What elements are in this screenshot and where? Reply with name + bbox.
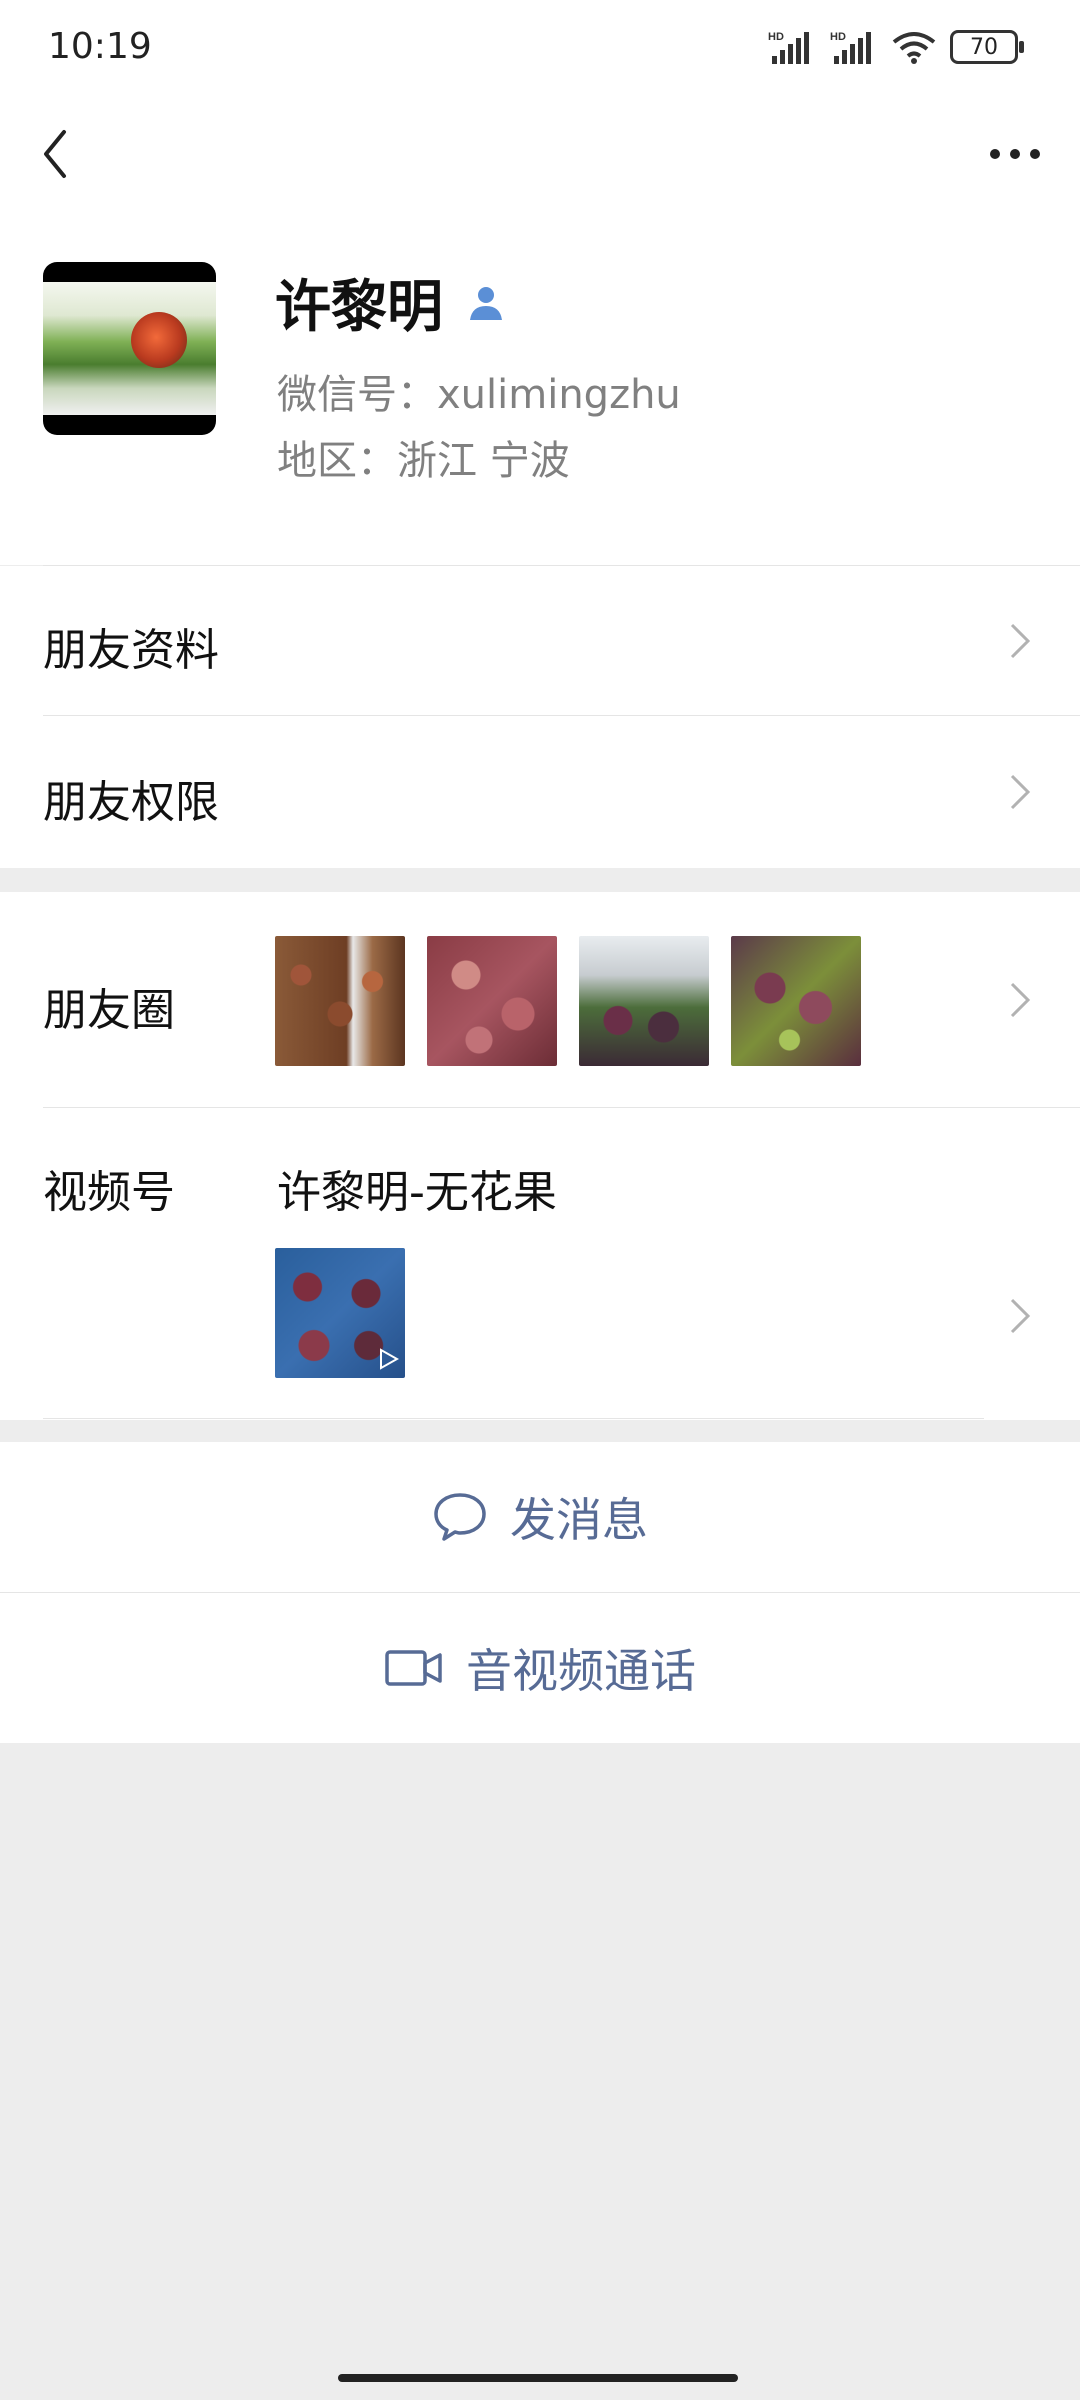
channels-label: 视频号 xyxy=(43,1167,175,1218)
chevron-right-icon xyxy=(1010,982,1031,1018)
home-indicator[interactable] xyxy=(338,2374,738,2382)
profile-name: 许黎明 xyxy=(275,275,443,340)
avatar-fig xyxy=(131,312,187,368)
channels-row[interactable]: 视频号 许黎明-无花果 xyxy=(0,1108,1080,1420)
profile-region: 地区：浙江 宁波 xyxy=(277,438,570,484)
avatar-image xyxy=(43,282,216,415)
status-bar: 10:19 HD HD 70 xyxy=(0,0,1080,100)
signal-icon-2: HD xyxy=(830,31,871,64)
wifi-icon xyxy=(892,32,936,64)
divider xyxy=(43,1418,984,1419)
moments-photo xyxy=(275,936,405,1066)
send-message-label: 发消息 xyxy=(510,1493,648,1547)
moments-photo xyxy=(427,936,557,1066)
video-call-label: 音视频通话 xyxy=(466,1644,696,1698)
signal-hd-label: HD xyxy=(768,31,784,43)
chevron-right-icon xyxy=(1010,1298,1031,1334)
video-camera-icon xyxy=(385,1650,442,1686)
friend-info-label: 朋友资料 xyxy=(43,625,219,676)
profile-header: 许黎明 微信号：xulimingzhu 地区：浙江 宁波 xyxy=(0,210,1080,566)
moments-photo xyxy=(579,936,709,1066)
battery-icon: 70 xyxy=(950,30,1024,64)
friend-permissions-label: 朋友权限 xyxy=(43,777,219,828)
friend-info-row[interactable]: 朋友资料 xyxy=(0,566,1080,716)
channels-video-thumbnail[interactable] xyxy=(275,1248,405,1378)
battery-level: 70 xyxy=(970,34,998,60)
chevron-right-icon xyxy=(1010,774,1031,810)
moments-photo xyxy=(731,936,861,1066)
status-time: 10:19 xyxy=(48,26,152,67)
avatar[interactable] xyxy=(43,262,216,435)
signal-hd-label-2: HD xyxy=(830,31,846,43)
channels-name: 许黎明-无花果 xyxy=(277,1167,557,1218)
play-icon xyxy=(380,1348,399,1370)
nav-bar xyxy=(0,100,1080,210)
friend-permissions-row[interactable]: 朋友权限 xyxy=(0,716,1080,868)
signal-icon: HD xyxy=(768,31,809,64)
back-arrow-icon[interactable] xyxy=(30,124,90,184)
contact-person-icon xyxy=(470,287,502,320)
status-icons: HD HD 70 xyxy=(768,30,1024,64)
send-message-button[interactable]: 发消息 xyxy=(0,1442,1080,1592)
chat-bubble-icon xyxy=(434,1493,486,1541)
chevron-right-icon xyxy=(1010,623,1031,659)
moments-row[interactable]: 朋友圈 xyxy=(0,892,1080,1108)
video-call-button[interactable]: 音视频通话 xyxy=(0,1593,1080,1743)
wechat-id: 微信号：xulimingzhu xyxy=(277,372,681,418)
moments-label: 朋友圈 xyxy=(43,985,175,1036)
more-options-icon[interactable] xyxy=(980,124,1050,184)
